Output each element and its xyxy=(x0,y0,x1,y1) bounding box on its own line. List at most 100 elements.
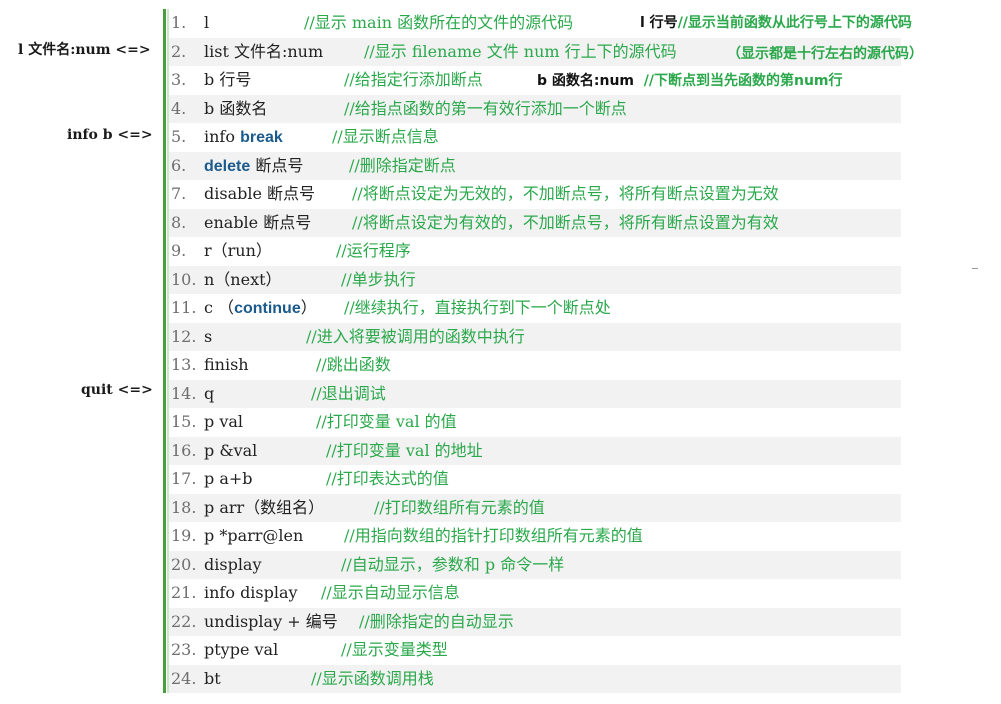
command-comment: //显示 main 函数所在的文件的源代码 xyxy=(304,13,574,32)
line-number: 5. xyxy=(171,127,187,146)
command-prefix: c （ xyxy=(204,298,235,317)
command-text: delete 断点号 xyxy=(204,152,303,181)
command-text: l xyxy=(204,13,210,32)
stray-mark xyxy=(972,268,978,269)
command-comment: //用指向数组的指针打印数组所有元素的值 xyxy=(344,526,643,545)
command-row: 11. c （continue） //继续执行，直接执行到下一个断点处 xyxy=(169,294,901,322)
margin-annotation-list: l 文件名:num <=> xyxy=(18,42,151,58)
line-number: 14. xyxy=(171,383,197,403)
command-comment: //打印变量 val 的地址 xyxy=(326,440,483,460)
command-comment: //打印变量 val 的值 xyxy=(316,412,457,431)
command-row: 23. ptype val //显示变量类型 xyxy=(169,636,901,664)
line-number: 8. xyxy=(171,212,187,232)
command-text: p arr（数组名） xyxy=(204,497,325,517)
line-number: 3. xyxy=(171,70,187,89)
line-number: 17. xyxy=(171,469,197,488)
line-number: 15. xyxy=(171,412,197,431)
inline-note-line1: l 行号//显示当前函数从此行号上下的源代码 xyxy=(640,14,912,32)
command-comment: //给指定行添加断点 xyxy=(344,70,483,89)
line-number: 21. xyxy=(171,583,197,602)
line-number: 4. xyxy=(171,98,187,118)
line-number: 12. xyxy=(171,326,197,346)
command-row: 9. r（run） //运行程序 xyxy=(169,237,901,265)
command-text: q xyxy=(204,383,215,403)
command-prefix: info xyxy=(204,127,241,146)
command-row: 21. info display //显示自动显示信息 xyxy=(169,579,901,607)
line-number: 19. xyxy=(171,526,197,545)
command-row: 20. display //自动显示，参数和 p 命令一样 xyxy=(169,550,901,579)
line-number: 6. xyxy=(171,155,187,175)
command-keyword: delete xyxy=(204,157,251,175)
command-comment: //单步执行 xyxy=(341,269,416,289)
command-text: b 行号 xyxy=(204,70,252,89)
line-number: 9. xyxy=(171,241,187,260)
command-comment: //显示变量类型 xyxy=(341,640,448,659)
command-comment: //删除指定的自动显示 xyxy=(359,611,514,631)
line-number: 16. xyxy=(171,440,197,460)
command-row: 12. s //进入将要被调用的函数中执行 xyxy=(169,322,901,351)
command-text: info break xyxy=(204,123,283,152)
line-number: 7. xyxy=(171,184,187,203)
command-text: p *parr@len xyxy=(204,526,304,545)
command-comment: //跳出函数 xyxy=(316,355,391,374)
command-comment: //将断点设定为有效的，不加断点号，将所有断点设置为有效 xyxy=(352,212,779,232)
command-comment: //显示断点信息 xyxy=(332,127,439,146)
command-row: 19. p *parr@len //用指向数组的指针打印数组所有元素的值 xyxy=(169,522,901,550)
command-text: ptype val xyxy=(204,640,279,659)
line-number: 22. xyxy=(171,611,197,631)
command-comment: //显示函数调用栈 xyxy=(311,668,434,688)
command-text: enable 断点号 xyxy=(204,212,312,232)
line-number: 23. xyxy=(171,640,197,659)
command-text: p a+b xyxy=(204,469,253,488)
command-comment: //进入将要被调用的函数中执行 xyxy=(306,326,525,346)
line-number: 1. xyxy=(171,13,187,32)
command-row: 13. finish //跳出函数 xyxy=(169,351,901,379)
inline-note-line2: （显示都是十行左右的源代码） xyxy=(727,45,923,63)
line-number: 11. xyxy=(171,298,197,317)
command-comment: //打印数组所有元素的值 xyxy=(374,497,545,517)
margin-annotation-info-b: info b <=> xyxy=(67,127,153,143)
command-comment: //继续执行，直接执行到下一个断点处 xyxy=(344,298,611,317)
inline-note-line1-description: //显示当前函数从此行号上下的源代码 xyxy=(677,15,912,31)
inline-note-line3-command: b 函数名:num xyxy=(537,73,635,89)
command-text: n（next） xyxy=(204,269,282,289)
command-row: 15. p val //打印变量 val 的值 xyxy=(169,408,901,436)
command-suffix: 断点号 xyxy=(250,155,304,175)
command-comment: //打印表达式的值 xyxy=(326,469,449,488)
line-number: 24. xyxy=(171,668,197,688)
command-row: 17. p a+b //打印表达式的值 xyxy=(169,465,901,493)
command-text: s xyxy=(204,326,213,346)
command-comment: //运行程序 xyxy=(336,241,411,260)
command-comment: //删除指定断点 xyxy=(349,155,456,175)
command-row: 10. n（next） //单步执行 xyxy=(169,265,901,294)
command-row: 4. b 函数名 //给指点函数的第一有效行添加一个断点 xyxy=(169,94,901,123)
inline-note-line2-description: （显示都是十行左右的源代码） xyxy=(727,46,923,62)
command-comment: //显示 filename 文件 num 行上下的源代码 xyxy=(364,41,677,61)
command-comment: //退出调试 xyxy=(311,383,386,403)
command-row: 16. p &val //打印变量 val 的地址 xyxy=(169,436,901,465)
command-text: undisplay + 编号 xyxy=(204,611,338,631)
command-row: 24. bt //显示函数调用栈 xyxy=(169,664,901,693)
inline-note-line1-command: l 行号 xyxy=(640,15,678,31)
command-row: 8. enable 断点号 //将断点设定为有效的，不加断点号，将所有断点设置为有效 xyxy=(169,208,901,237)
command-text: display xyxy=(204,554,262,574)
line-number: 20. xyxy=(171,554,197,574)
command-text: finish xyxy=(204,355,249,374)
line-number: 18. xyxy=(171,497,197,517)
command-keyword: break xyxy=(240,129,283,146)
command-comment: //自动显示，参数和 p 命令一样 xyxy=(341,554,565,574)
command-text: r（run） xyxy=(204,241,272,260)
left-green-rule xyxy=(163,9,166,693)
command-row: 22. undisplay + 编号 //删除指定的自动显示 xyxy=(169,607,901,636)
margin-annotation-quit: quit <=> xyxy=(81,382,153,398)
inline-note-line3-description: //下断点到当先函数的第num行 xyxy=(643,73,843,89)
command-keyword: continue xyxy=(234,300,301,317)
line-number: 10. xyxy=(171,269,197,289)
command-text: c （continue） xyxy=(204,294,317,323)
line-number: 2. xyxy=(171,41,187,61)
command-row: 7. disable 断点号 //将断点设定为无效的，不加断点号，将所有断点设置为无… xyxy=(169,180,901,208)
command-row: 18. p arr（数组名） //打印数组所有元素的值 xyxy=(169,493,901,522)
command-text: p &val xyxy=(204,440,258,460)
inline-note-line3: b 函数名:num //下断点到当先函数的第num行 xyxy=(537,72,843,90)
line-number: 13. xyxy=(171,355,197,374)
